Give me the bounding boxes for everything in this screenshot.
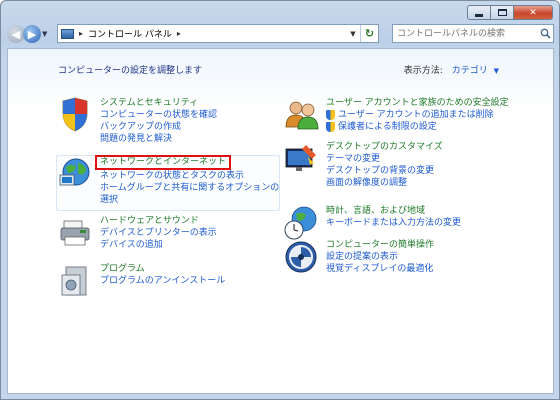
link-change-theme[interactable]: テーマの変更 (326, 153, 443, 165)
programs-icon (58, 263, 94, 299)
link-label[interactable]: 保護者による制限の設定 (338, 121, 437, 133)
category-title[interactable]: ネットワークとインターネット (95, 155, 279, 170)
link-homegroup-options[interactable]: ホームグループと共有に関するオプションの (100, 182, 279, 194)
breadcrumb-control-panel[interactable]: コントロール パネル (88, 27, 172, 40)
page-title: コンピューターの設定を調整します (58, 66, 203, 76)
link-devices-printers[interactable]: デバイスとプリンターの表示 (100, 227, 217, 239)
view-by-label: 表示方法: (403, 66, 443, 76)
link-add-device[interactable]: デバイスの追加 (100, 239, 217, 251)
control-panel-icon (61, 28, 74, 39)
address-bar[interactable]: ▸ コントロール パネル ▸ ▼ ↻ (57, 24, 379, 43)
refresh-button[interactable]: ↻ (360, 25, 378, 42)
category-title[interactable]: デスクトップのカスタマイズ (326, 141, 443, 153)
chevron-down-icon[interactable]: ▼ (494, 67, 499, 75)
link-adjust-resolution[interactable]: 画面の解像度の調整 (326, 177, 443, 189)
breadcrumb-separator[interactable]: ▸ (79, 29, 83, 38)
recent-pages-dropdown[interactable]: ▼ (42, 30, 50, 38)
search-icon[interactable] (537, 28, 553, 39)
users-icon (284, 97, 320, 133)
search-input[interactable] (393, 26, 537, 41)
breadcrumb-separator[interactable]: ▸ (177, 29, 181, 38)
globe-clock-icon (284, 205, 320, 241)
navigation-bar: ◀ ▶ ▼ ▸ コントロール パネル ▸ ▼ ↻ (7, 23, 555, 45)
printer-icon (58, 215, 94, 251)
link-suggested-settings[interactable]: 設定の提案の表示 (326, 251, 434, 263)
control-panel-window: ✕ ◀ ▶ ▼ ▸ コントロール パネル ▸ ▼ ↻ コントロールパネルの検索 … (0, 0, 560, 400)
category-title[interactable]: ハードウェアとサウンド (100, 215, 217, 227)
network-internet-title[interactable]: ネットワークとインターネット (95, 155, 232, 170)
maximize-button[interactable] (490, 5, 514, 20)
appearance-icon (284, 141, 320, 177)
search-box[interactable] (392, 24, 554, 43)
link-add-remove-accounts[interactable]: ユーザー アカウントの追加または削除 (326, 109, 509, 121)
link-change-background[interactable]: デスクトップの背景の変更 (326, 165, 443, 177)
network-globe-icon (58, 155, 94, 191)
category-title[interactable]: プログラム (100, 263, 225, 275)
link-optimize-display[interactable]: 視覚ディスプレイの最適化 (326, 263, 434, 275)
link-change-keyboard[interactable]: キーボードまたは入力方法の変更 (326, 217, 461, 229)
close-button[interactable]: ✕ (513, 5, 553, 20)
category-title[interactable]: コンピューターの簡単操作 (326, 239, 434, 251)
shield-icon (58, 97, 94, 133)
back-arrow-icon: ◀ (11, 27, 21, 41)
caption-buttons: ✕ (467, 5, 553, 21)
link-parental-controls[interactable]: 保護者による制限の設定 (326, 121, 509, 133)
forward-button[interactable]: ▶ (23, 25, 41, 43)
category-title[interactable]: ユーザー アカウントと家族のための安全設定 (326, 97, 509, 109)
minimize-icon (475, 13, 483, 17)
category-title[interactable]: 時計、言語、および地域 (326, 205, 461, 217)
link-check-status[interactable]: コンピューターの状態を確認 (100, 109, 217, 121)
close-icon: ✕ (529, 7, 537, 18)
link-label[interactable]: ユーザー アカウントの追加または削除 (338, 109, 494, 121)
minimize-button[interactable] (467, 5, 491, 20)
link-network-status[interactable]: ネットワークの状態とタスクの表示 (100, 170, 279, 182)
link-create-backup[interactable]: バックアップの作成 (100, 121, 217, 133)
uac-shield-icon (326, 122, 335, 132)
forward-arrow-icon: ▶ (27, 27, 37, 41)
uac-shield-icon (326, 110, 335, 120)
view-by-select[interactable]: カテゴリ (452, 66, 488, 76)
view-by: 表示方法: カテゴリ ▼ (404, 63, 499, 76)
maximize-icon (497, 9, 507, 16)
content-pane: コンピューターの設定を調整します 表示方法: カテゴリ ▼ システムとセキュリテ… (7, 48, 554, 394)
category-title[interactable]: システムとセキュリティ (100, 97, 217, 109)
address-dropdown[interactable]: ▼ (346, 30, 360, 38)
link-homegroup-options-cont[interactable]: 選択 (100, 194, 279, 206)
link-uninstall-program[interactable]: プログラムのアンインストール (100, 275, 225, 287)
ease-of-access-icon (284, 239, 320, 275)
link-troubleshoot[interactable]: 問題の発見と解決 (100, 133, 217, 145)
refresh-icon: ↻ (364, 27, 375, 40)
